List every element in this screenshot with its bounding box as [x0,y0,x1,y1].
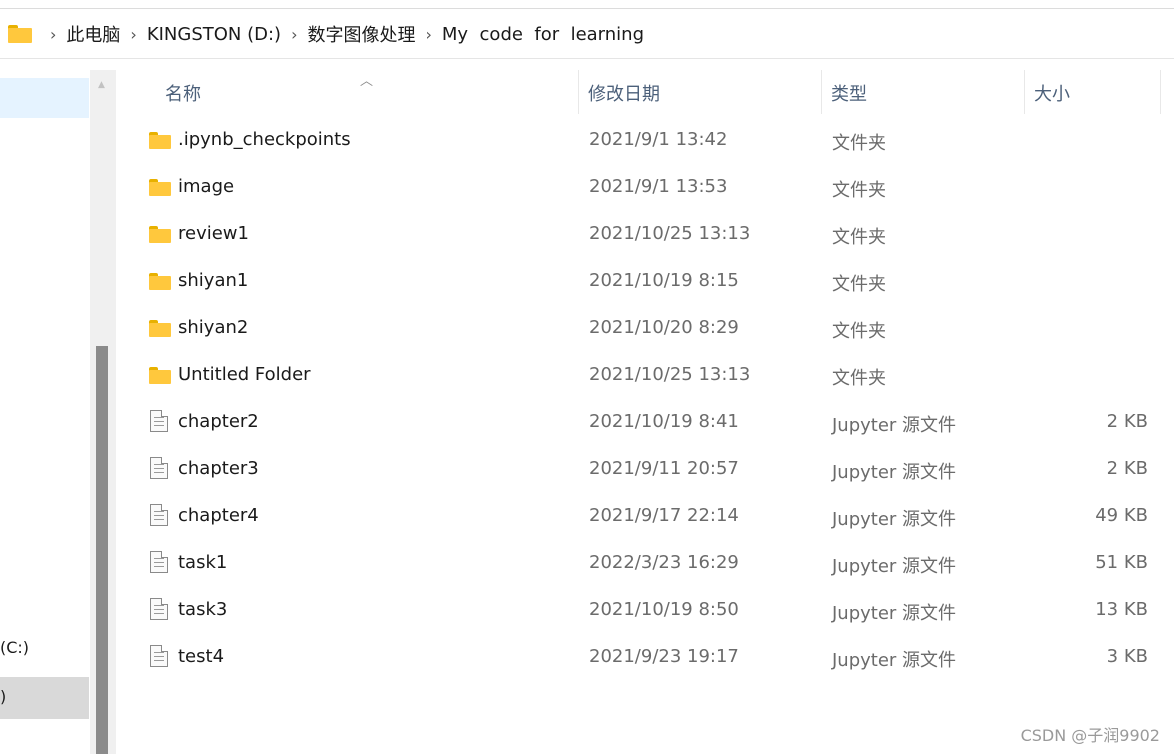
file-type: 文件夹 [832,274,886,295]
list-item[interactable]: .ipynb_checkpoints 2021/9/1 13:42 文件夹 [118,117,1174,164]
breadcrumb-my-code-for-learning[interactable]: My code for learning [442,24,644,45]
file-type: 文件夹 [832,368,886,389]
file-name: review1 [178,223,249,244]
breadcrumb-kingston-drive[interactable]: KINGSTON (D:) [147,24,281,45]
file-name: .ipynb_checkpoints [178,129,351,150]
address-bar-divider [0,58,1174,59]
file-icon [150,457,168,479]
column-divider[interactable] [1024,70,1025,114]
list-item[interactable]: image 2021/9/1 13:53 文件夹 [118,164,1174,211]
file-size: 51 KB [1095,552,1148,573]
breadcrumb-digital-image-processing[interactable]: 数字图像处理 [308,21,416,47]
chevron-right-icon[interactable]: › [50,25,56,44]
file-icon [150,645,168,667]
column-divider[interactable] [1160,70,1161,114]
list-item[interactable]: test4 2021/9/23 19:17 Jupyter 源文件 3 KB [118,634,1174,681]
file-date: 2021/10/25 13:13 [589,223,751,244]
nav-scrollbar[interactable]: ▲ [90,70,116,754]
folder-icon [149,367,171,384]
folder-icon [149,132,171,149]
folder-icon [149,226,171,243]
column-divider[interactable] [578,70,579,114]
file-size: 3 KB [1106,646,1148,667]
file-date: 2021/9/1 13:53 [589,176,728,197]
file-name: Untitled Folder [178,364,311,385]
folder-icon [149,320,171,337]
file-name: chapter3 [178,458,259,479]
file-date: 2021/9/17 22:14 [589,505,739,526]
file-type: Jupyter 源文件 [832,415,957,436]
list-item[interactable]: shiyan1 2021/10/19 8:15 文件夹 [118,258,1174,305]
list-item[interactable]: chapter3 2021/9/11 20:57 Jupyter 源文件 2 KB [118,446,1174,493]
folder-icon [8,25,32,43]
list-item[interactable]: chapter2 2021/10/19 8:41 Jupyter 源文件 2 KB [118,399,1174,446]
breadcrumb-this-pc[interactable]: 此电脑 [66,21,120,47]
file-icon [150,410,168,432]
file-size: 2 KB [1106,458,1148,479]
file-type: 文件夹 [832,321,886,342]
folder-icon [149,179,171,196]
file-name: chapter4 [178,505,259,526]
file-name: task1 [178,552,228,573]
file-date: 2021/10/19 8:41 [589,411,739,432]
column-headers: ︿ 名称 修改日期 类型 大小 [118,70,1174,114]
column-header-date[interactable]: 修改日期 [588,80,660,106]
file-type: 文件夹 [832,227,886,248]
window-top-border [0,8,1174,9]
file-name: task3 [178,599,228,620]
file-icon [150,504,168,526]
list-item[interactable]: Untitled Folder 2021/10/25 13:13 文件夹 [118,352,1174,399]
file-size: 13 KB [1095,599,1148,620]
chevron-right-icon[interactable]: › [426,25,432,44]
file-type: 文件夹 [832,133,886,154]
chevron-right-icon[interactable]: › [130,25,136,44]
list-item[interactable]: review1 2021/10/25 13:13 文件夹 [118,211,1174,258]
file-icon [150,551,168,573]
file-date: 2021/10/20 8:29 [589,317,739,338]
nav-item-d-drive[interactable]: ) [0,677,89,719]
nav-item-c-drive[interactable]: (C:) [0,638,29,657]
file-type: Jupyter 源文件 [832,650,957,671]
nav-item-label: ) [0,687,7,706]
list-item[interactable]: chapter4 2021/9/17 22:14 Jupyter 源文件 49 KB [118,493,1174,540]
scroll-up-icon[interactable]: ▲ [98,80,105,90]
file-name: chapter2 [178,411,259,432]
file-type: 文件夹 [832,180,886,201]
column-header-type[interactable]: 类型 [831,80,867,106]
file-date: 2021/10/19 8:15 [589,270,739,291]
file-type: Jupyter 源文件 [832,462,957,483]
navigation-pane: (C:) ) [0,70,90,754]
list-item[interactable]: task1 2022/3/23 16:29 Jupyter 源文件 51 KB [118,540,1174,587]
file-date: 2021/10/25 13:13 [589,364,751,385]
file-name: shiyan1 [178,270,249,291]
watermark: CSDN @子润9902 [1020,726,1160,745]
file-type: Jupyter 源文件 [832,603,957,624]
list-item[interactable]: task3 2021/10/19 8:50 Jupyter 源文件 13 KB [118,587,1174,634]
file-date: 2022/3/23 16:29 [589,552,739,573]
column-divider[interactable] [821,70,822,114]
file-name: shiyan2 [178,317,249,338]
file-size: 49 KB [1095,505,1148,526]
file-type: Jupyter 源文件 [832,509,957,530]
file-icon [150,598,168,620]
file-date: 2021/9/1 13:42 [589,129,728,150]
file-date: 2021/10/19 8:50 [589,599,739,620]
column-header-name[interactable]: 名称 [165,80,201,106]
address-bar[interactable]: › 此电脑 › KINGSTON (D:) › 数字图像处理 › My code… [0,10,1174,58]
file-size: 2 KB [1106,411,1148,432]
folder-icon [149,273,171,290]
column-header-size[interactable]: 大小 [1034,80,1070,106]
chevron-right-icon[interactable]: › [291,25,297,44]
file-date: 2021/9/11 20:57 [589,458,739,479]
scrollbar-thumb[interactable] [96,346,108,754]
nav-item-selected[interactable] [0,78,89,118]
sort-ascending-icon: ︿ [360,74,374,89]
file-name: image [178,176,235,197]
file-type: Jupyter 源文件 [832,556,957,577]
file-date: 2021/9/23 19:17 [589,646,739,667]
list-item[interactable]: shiyan2 2021/10/20 8:29 文件夹 [118,305,1174,352]
file-name: test4 [178,646,225,667]
